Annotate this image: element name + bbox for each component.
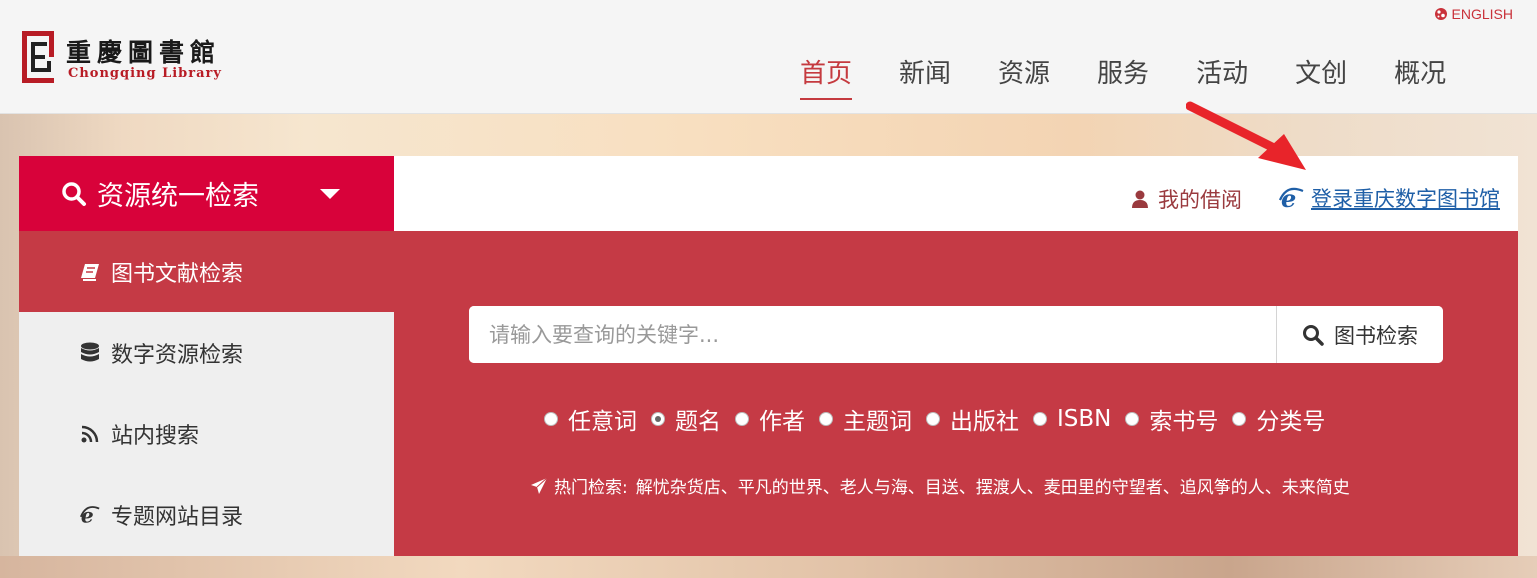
header: 重慶圖書館 Chongqing Library ENGLISH 首页 新闻 资源… — [0, 0, 1537, 114]
search-field-filters: 任意词 题名 作者 主题词 出版社 ISBN 索书号 分类号 — [544, 402, 1339, 436]
hot-search-link[interactable]: 追风筝的人 — [1180, 473, 1265, 498]
search-input[interactable] — [469, 306, 1276, 363]
nav-item-resources[interactable]: 资源 — [998, 58, 1050, 100]
separator: 、 — [907, 478, 925, 498]
book-search-button-label: 图书检索 — [1334, 323, 1418, 348]
radio-button[interactable] — [1232, 412, 1247, 426]
filter-any-word[interactable]: 任意词 — [544, 402, 637, 436]
hot-search-link[interactable]: 老人与海 — [840, 473, 908, 498]
user-icon — [1132, 190, 1148, 208]
filter-title[interactable]: 题名 — [651, 402, 721, 436]
sidebar-item-digital-resources[interactable]: 数字资源检索 — [19, 312, 394, 393]
search-icon — [1303, 324, 1324, 346]
separator: 、 — [1162, 478, 1180, 498]
hot-search-link[interactable]: 平凡的世界 — [738, 473, 823, 498]
login-digital-library-link[interactable]: e 登录重庆数字图书馆 — [1279, 183, 1500, 213]
logo-english-name: Chongqing Library — [68, 66, 222, 81]
sidebar-item-site-search[interactable]: 站内搜索 — [19, 393, 394, 474]
filter-author[interactable]: 作者 — [735, 402, 805, 436]
sidebar-item-label: 专题网站目录 — [111, 504, 244, 530]
search-box: 图书检索 — [469, 306, 1443, 363]
radio-button[interactable] — [544, 412, 558, 426]
filter-label: 出版社 — [950, 409, 1019, 435]
sidebar-item-book-search[interactable]: 图书文献检索 — [19, 231, 394, 312]
my-borrow-link[interactable]: 我的借阅 — [1132, 184, 1242, 214]
radio-button[interactable] — [926, 412, 940, 426]
sidebar-item-label: 站内搜索 — [111, 423, 200, 449]
annotation-arrow-icon — [1186, 101, 1306, 170]
filter-label: 任意词 — [568, 409, 637, 435]
hot-search-link[interactable]: 摆渡人 — [976, 473, 1027, 498]
nav-item-services[interactable]: 服务 — [1097, 58, 1149, 100]
separator: 、 — [958, 478, 976, 498]
database-icon — [79, 342, 101, 364]
ie-icon: e — [79, 504, 101, 526]
hot-searches-label: 热门检索: — [554, 478, 628, 498]
english-label: ENGLISH — [1451, 6, 1513, 22]
filter-label: 主题词 — [843, 409, 912, 435]
login-link-label: 登录重庆数字图书馆 — [1311, 187, 1500, 211]
radio-button[interactable] — [1033, 412, 1047, 426]
hot-searches: 热门检索: 解忧杂货店、 平凡的世界、 老人与海、 目送、 摆渡人、 麦田里的守… — [530, 473, 1350, 498]
nav-item-activities[interactable]: 活动 — [1196, 58, 1248, 100]
filter-classification[interactable]: 分类号 — [1232, 402, 1325, 436]
library-logo[interactable]: 重慶圖書館 Chongqing Library — [18, 28, 248, 88]
radio-button[interactable] — [819, 412, 833, 426]
filter-publisher[interactable]: 出版社 — [926, 402, 1019, 436]
nav-item-cultural-products[interactable]: 文创 — [1295, 58, 1347, 100]
hot-search-link[interactable]: 麦田里的守望者 — [1044, 473, 1163, 498]
radio-button-checked[interactable] — [651, 412, 665, 426]
book-icon — [79, 263, 101, 281]
search-sidebar: 资源统一检索 图书文献检索 数字资源检索 站内搜索 e 专题网站目录 — [19, 156, 394, 556]
filter-label: 题名 — [675, 409, 721, 435]
search-icon — [62, 181, 86, 206]
my-borrow-label: 我的借阅 — [1158, 188, 1242, 212]
filter-label: 作者 — [759, 409, 805, 435]
caret-down-icon[interactable] — [320, 189, 340, 199]
separator: 、 — [822, 478, 840, 498]
hot-search-link[interactable]: 未来简史 — [1282, 473, 1350, 498]
rss-icon — [79, 425, 101, 443]
separator: 、 — [1264, 478, 1282, 498]
sidebar-item-label: 数字资源检索 — [111, 342, 244, 368]
sidebar-item-topic-sites[interactable]: e 专题网站目录 — [19, 474, 394, 555]
unified-search-header[interactable]: 资源统一检索 — [19, 156, 394, 231]
separator: 、 — [720, 478, 738, 498]
globe-icon — [1434, 8, 1447, 20]
sidebar-item-label: 图书文献检索 — [111, 261, 244, 287]
radio-button[interactable] — [735, 412, 749, 426]
filter-label: 索书号 — [1149, 409, 1219, 435]
unified-search-title: 资源统一检索 — [97, 181, 259, 212]
filter-label: ISBN — [1057, 406, 1112, 432]
search-panel: 我的借阅 e 登录重庆数字图书馆 图书检索 任意词 题名 — [394, 156, 1518, 556]
nav-item-overview[interactable]: 概况 — [1394, 58, 1446, 100]
logo-chinese-name: 重慶圖書館 — [66, 38, 222, 67]
main-nav: 首页 新闻 资源 服务 活动 文创 概况 — [800, 58, 1446, 100]
paper-plane-icon — [530, 477, 548, 495]
book-search-button[interactable]: 图书检索 — [1276, 306, 1443, 363]
hot-search-link[interactable]: 目送 — [925, 473, 959, 498]
nav-item-home[interactable]: 首页 — [800, 58, 853, 100]
hot-search-link[interactable]: 解忧杂货店 — [636, 473, 721, 498]
search-panel-topbar: 我的借阅 e 登录重庆数字图书馆 — [394, 156, 1518, 231]
filter-call-number[interactable]: 索书号 — [1125, 402, 1218, 436]
filter-isbn[interactable]: ISBN — [1033, 406, 1111, 432]
english-language-link[interactable]: ENGLISH — [1434, 6, 1513, 22]
radio-button[interactable] — [1125, 412, 1140, 426]
ie-icon: e — [1279, 186, 1304, 210]
separator: 、 — [1026, 478, 1044, 498]
background-photo-strip — [0, 556, 1537, 578]
nav-item-news[interactable]: 新闻 — [899, 58, 951, 100]
logo-mark-icon — [22, 31, 54, 83]
filter-label: 分类号 — [1256, 409, 1326, 435]
filter-subject[interactable]: 主题词 — [819, 402, 912, 436]
